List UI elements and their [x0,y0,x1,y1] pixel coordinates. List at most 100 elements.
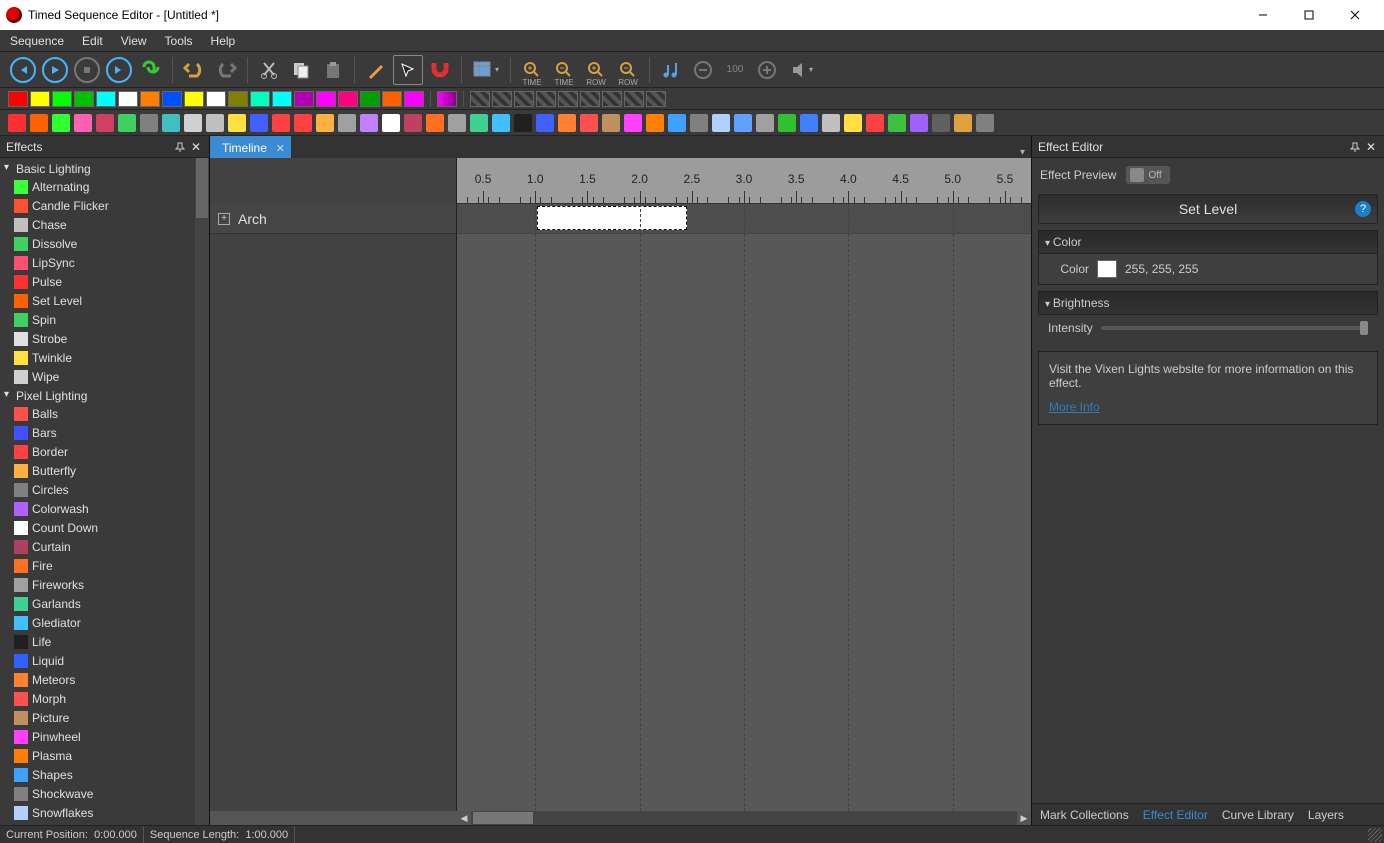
zoom-100-button[interactable]: 100 [720,54,750,86]
tab-mark-collections[interactable]: Mark Collections [1040,808,1129,822]
loop-button[interactable] [136,55,166,85]
color-swatch[interactable] [250,91,270,107]
tree-item[interactable]: Life [0,633,209,652]
effect-shortcut-button[interactable] [558,114,576,132]
menu-sequence[interactable]: Sequence [10,34,64,48]
tree-item[interactable]: Circles [0,481,209,500]
color-swatch[interactable] [316,91,336,107]
tree-item[interactable]: Border [0,443,209,462]
expand-track-icon[interactable]: + [218,213,230,225]
timeline-ruler[interactable]: 0.51.01.52.02.53.03.54.04.55.05.5 [457,158,1031,204]
maximize-button[interactable] [1286,0,1332,30]
tab-layers[interactable]: Layers [1308,808,1344,822]
effect-shortcut-button[interactable] [712,114,730,132]
tree-item[interactable]: Picture [0,709,209,728]
color-swatch[interactable] [162,91,182,107]
scroll-left-icon[interactable]: ◀ [457,811,471,825]
tab-dropdown-icon[interactable]: ▾ [1020,147,1025,158]
effect-shortcut-button[interactable] [910,114,928,132]
tree-group[interactable]: Pixel Lighting [0,387,209,405]
resize-grip-icon[interactable] [1368,828,1382,842]
tree-item[interactable]: Bars [0,424,209,443]
forward-button[interactable] [104,55,134,85]
close-panel-icon[interactable]: ✕ [1364,140,1378,154]
tab-curve-library[interactable]: Curve Library [1222,808,1294,822]
snap-button[interactable] [425,55,455,85]
pattern-swatch[interactable] [646,91,666,107]
color-swatch[interactable] [74,91,94,107]
color-swatch[interactable] [382,91,402,107]
track-area[interactable] [457,204,1031,811]
menu-edit[interactable]: Edit [82,34,103,48]
effect-shortcut-button[interactable] [228,114,246,132]
color-swatch[interactable] [272,91,292,107]
zoom-out-row-button[interactable]: ROW [613,54,643,86]
color-swatch[interactable] [52,91,72,107]
effect-shortcut-button[interactable] [690,114,708,132]
effect-shortcut-button[interactable] [338,114,356,132]
rewind-button[interactable] [8,55,38,85]
effect-shortcut-button[interactable] [426,114,444,132]
effect-shortcut-button[interactable] [514,114,532,132]
track-row-arch[interactable]: + Arch [210,204,456,234]
effects-scrollbar[interactable] [195,158,209,825]
zoom-in-row-button[interactable]: ROW [581,54,611,86]
help-icon[interactable]: ? [1355,201,1371,217]
effect-shortcut-button[interactable] [866,114,884,132]
pattern-swatch[interactable] [558,91,578,107]
effect-shortcut-button[interactable] [294,114,312,132]
effect-shortcut-button[interactable] [272,114,290,132]
effect-shortcut-button[interactable] [976,114,994,132]
effect-shortcut-button[interactable] [96,114,114,132]
color-swatch[interactable] [228,91,248,107]
effect-preview-toggle[interactable]: Off [1126,166,1170,184]
tree-item[interactable]: Pinwheel [0,728,209,747]
effect-shortcut-button[interactable] [184,114,202,132]
effect-shortcut-button[interactable] [316,114,334,132]
tree-item[interactable]: Strobe [0,330,209,349]
timeline-hscroll[interactable]: ◀ ▶ [457,811,1031,825]
effect-shortcut-button[interactable] [646,114,664,132]
pattern-swatch[interactable] [602,91,622,107]
redo-button[interactable] [211,55,241,85]
pin-icon[interactable] [1348,140,1362,154]
effect-shortcut-button[interactable] [932,114,950,132]
brightness-group-header[interactable]: Brightness [1038,291,1378,315]
tree-item[interactable]: Dissolve [0,235,209,254]
timeline-tab[interactable]: Timeline ✕ [210,136,291,158]
pattern-swatch[interactable] [536,91,556,107]
scroll-right-icon[interactable]: ▶ [1017,811,1031,825]
effect-shortcut-button[interactable] [404,114,422,132]
draw-tool-button[interactable] [361,55,391,85]
tree-item[interactable]: Liquid [0,652,209,671]
tree-item[interactable]: Plasma [0,747,209,766]
effect-shortcut-button[interactable] [844,114,862,132]
effect-shortcut-button[interactable] [74,114,92,132]
tree-item[interactable]: Morph [0,690,209,709]
color-swatch[interactable] [118,91,138,107]
play-button[interactable] [40,55,70,85]
menu-tools[interactable]: Tools [165,34,193,48]
tree-item[interactable]: Fireworks [0,576,209,595]
effect-shortcut-button[interactable] [800,114,818,132]
pattern-swatch[interactable] [492,91,512,107]
color-chip[interactable] [1097,260,1117,278]
color-swatch[interactable] [360,91,380,107]
close-panel-icon[interactable]: ✕ [189,140,203,154]
effect-shortcut-button[interactable] [888,114,906,132]
effect-shortcut-button[interactable] [118,114,136,132]
close-button[interactable] [1332,0,1378,30]
tree-item[interactable]: Wipe [0,368,209,387]
tree-group[interactable]: Basic Lighting [0,160,209,178]
minimize-button[interactable] [1240,0,1286,30]
pattern-swatch[interactable] [470,91,490,107]
color-swatch[interactable] [184,91,204,107]
tree-item[interactable]: LipSync [0,254,209,273]
color-swatch[interactable] [294,91,314,107]
effect-shortcut-button[interactable] [162,114,180,132]
color-swatch[interactable] [30,91,50,107]
paste-button[interactable] [318,55,348,85]
effect-shortcut-button[interactable] [602,114,620,132]
audio-button[interactable] [656,55,686,85]
tree-item[interactable]: Set Level [0,292,209,311]
